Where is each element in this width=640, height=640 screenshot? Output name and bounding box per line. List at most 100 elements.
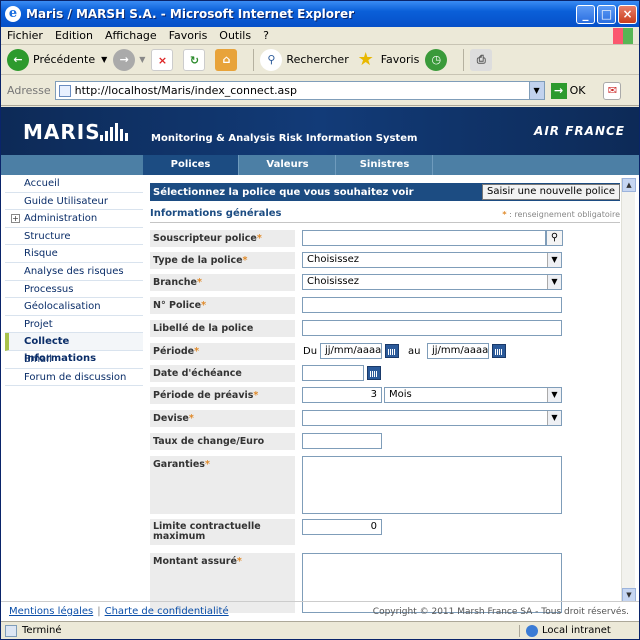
section-title: Informations générales bbox=[150, 208, 282, 219]
policy-select-bar: Sélectionnez la police que vous souhaite… bbox=[150, 183, 620, 201]
libelle-input[interactable] bbox=[302, 320, 562, 336]
menu-affichage[interactable]: Affichage bbox=[105, 29, 157, 42]
close-button[interactable]: × bbox=[618, 4, 637, 24]
garanties-textarea[interactable] bbox=[302, 456, 562, 514]
tab-sinistres[interactable]: Sinistres bbox=[337, 155, 433, 175]
devise-select[interactable]: ▼ bbox=[302, 410, 562, 426]
limite-input[interactable]: 0 bbox=[302, 519, 382, 535]
toolbar-separator bbox=[253, 48, 255, 71]
menu-edition[interactable]: Edition bbox=[55, 29, 93, 42]
go-arrow-icon: → bbox=[550, 82, 567, 99]
address-dropdown-icon[interactable]: ▼ bbox=[528, 82, 544, 99]
echeance-input[interactable] bbox=[302, 365, 364, 381]
sidebar-item-guide[interactable]: Guide Utilisateur bbox=[5, 193, 143, 211]
status-text: Terminé bbox=[22, 625, 62, 636]
scroll-down-icon[interactable]: ▼ bbox=[622, 588, 636, 602]
go-button[interactable]: → OK bbox=[550, 82, 586, 99]
search-souscripteur-button[interactable]: ⚲ bbox=[546, 230, 563, 246]
menu-favoris[interactable]: Favoris bbox=[169, 29, 208, 42]
sidebar-item-collecte[interactable]: Collecte informations bbox=[5, 333, 143, 364]
menu-outils[interactable]: Outils bbox=[219, 29, 251, 42]
label-echeance: Date d'échéance bbox=[150, 365, 295, 382]
numero-input[interactable] bbox=[302, 297, 562, 313]
souscripteur-input[interactable] bbox=[302, 230, 546, 246]
printer-icon: ⎙ bbox=[470, 48, 493, 71]
air-france-logo: AIR FRANCE bbox=[534, 124, 625, 138]
maris-logo-bars-icon bbox=[100, 123, 130, 141]
legal-link[interactable]: Mentions légales bbox=[9, 606, 93, 617]
go-label: OK bbox=[569, 84, 586, 97]
privacy-link[interactable]: Charte de confidentialité bbox=[105, 606, 229, 617]
label-periode: Période* bbox=[150, 343, 295, 360]
sidebar-item-email[interactable]: Email bbox=[5, 351, 143, 369]
policy-form: Sélectionnez la police que vous souhaite… bbox=[150, 183, 620, 613]
menu-bar: Fichier Edition Affichage Favoris Outils… bbox=[1, 27, 639, 45]
taux-input[interactable] bbox=[302, 433, 382, 449]
menu-fichier[interactable]: Fichier bbox=[7, 29, 43, 42]
policy-select-text: Sélectionnez la police que vous souhaite… bbox=[153, 186, 414, 198]
search-button[interactable]: ⚲ Rechercher bbox=[260, 48, 349, 71]
preavis-unit-select[interactable]: Mois ▼ bbox=[384, 387, 562, 403]
new-policy-button[interactable]: Saisir une nouvelle police bbox=[482, 184, 620, 200]
label-preavis: Période de préavis* bbox=[150, 387, 295, 404]
windows-logo-icon bbox=[613, 27, 633, 44]
page-done-icon bbox=[5, 624, 17, 637]
calendar-icon[interactable] bbox=[385, 344, 399, 358]
label-garanties: Garanties* bbox=[150, 456, 295, 514]
label-devise: Devise* bbox=[150, 410, 295, 427]
sidebar-item-accueil[interactable]: Accueil bbox=[5, 175, 143, 193]
label-branche: Branche* bbox=[150, 274, 295, 291]
sidebar-item-analyse[interactable]: Analyse des risques bbox=[5, 263, 143, 281]
address-input[interactable]: http://localhost/Maris/index_connect.asp… bbox=[54, 81, 545, 100]
search-label: Rechercher bbox=[286, 53, 349, 66]
history-button[interactable]: ◷ bbox=[425, 48, 451, 71]
tab-valeurs[interactable]: Valeurs bbox=[240, 155, 336, 175]
system-name: Monitoring & Analysis Risk Information S… bbox=[151, 133, 418, 144]
browser-window: e Maris / MARSH S.A. - Microsoft Interne… bbox=[0, 0, 640, 640]
minimize-button[interactable]: _ bbox=[576, 4, 595, 24]
forward-dropdown-icon[interactable]: ▼ bbox=[139, 55, 145, 64]
home-button[interactable]: ⌂ bbox=[215, 48, 241, 71]
label-libelle: Libellé de la police bbox=[150, 320, 295, 337]
label-limite: Limite contractuelle maximum bbox=[150, 519, 295, 545]
sidebar-item-structure[interactable]: Structure bbox=[5, 228, 143, 246]
sidebar-item-forum[interactable]: Forum de discussion bbox=[5, 369, 143, 387]
security-zone: Local intranet bbox=[519, 624, 639, 637]
branche-select[interactable]: Choisissez ▼ bbox=[302, 274, 562, 290]
print-button[interactable]: ⎙ bbox=[470, 48, 496, 71]
menu-help[interactable]: ? bbox=[263, 29, 269, 42]
back-button[interactable]: ← Précédente ▼ bbox=[7, 48, 107, 71]
preavis-input[interactable]: 3 bbox=[302, 387, 382, 403]
back-dropdown-icon[interactable]: ▼ bbox=[101, 55, 107, 64]
vertical-scrollbar[interactable]: ▲ ▼ bbox=[621, 178, 636, 602]
sidebar-nav: Accueil Guide Utilisateur + Administratio… bbox=[5, 175, 143, 605]
au-label: au bbox=[408, 346, 421, 357]
back-arrow-icon: ← bbox=[7, 48, 29, 71]
window-title: Maris / MARSH S.A. - Microsoft Internet … bbox=[26, 7, 354, 21]
tab-polices[interactable]: Polices bbox=[143, 155, 239, 175]
page-icon bbox=[58, 84, 71, 97]
type-select[interactable]: Choisissez ▼ bbox=[302, 252, 562, 268]
calendar-icon[interactable] bbox=[367, 366, 381, 380]
refresh-icon: ↻ bbox=[183, 48, 206, 71]
links-icon[interactable]: ✉ bbox=[603, 81, 622, 100]
maximize-button[interactable]: □ bbox=[597, 4, 616, 24]
sidebar-item-administration[interactable]: + Administration bbox=[5, 210, 143, 228]
expand-icon[interactable]: + bbox=[11, 214, 20, 224]
sidebar-item-processus[interactable]: Processus bbox=[5, 281, 143, 299]
refresh-button[interactable]: ↻ bbox=[183, 48, 209, 71]
sidebar-item-risque[interactable]: Risque bbox=[5, 245, 143, 263]
forward-button[interactable]: → ▼ bbox=[113, 48, 145, 71]
sidebar-item-projet[interactable]: Projet bbox=[5, 316, 143, 334]
label-type: Type de la police* bbox=[150, 252, 295, 269]
calendar-icon[interactable] bbox=[492, 344, 506, 358]
date-from-input[interactable]: jj/mm/aaaa bbox=[320, 343, 382, 359]
date-to-input[interactable]: jj/mm/aaaa bbox=[427, 343, 489, 359]
sidebar-item-geolocalisation[interactable]: Géolocalisation bbox=[5, 298, 143, 316]
favorites-button[interactable]: ★ Favoris bbox=[355, 49, 420, 71]
page-footer: Mentions légales | Charte de confidentia… bbox=[1, 601, 639, 621]
required-note: * : renseignement obligatoire bbox=[502, 210, 620, 219]
scroll-up-icon[interactable]: ▲ bbox=[622, 178, 636, 192]
search-icon: ⚲ bbox=[260, 48, 283, 71]
stop-button[interactable]: × bbox=[151, 48, 177, 71]
